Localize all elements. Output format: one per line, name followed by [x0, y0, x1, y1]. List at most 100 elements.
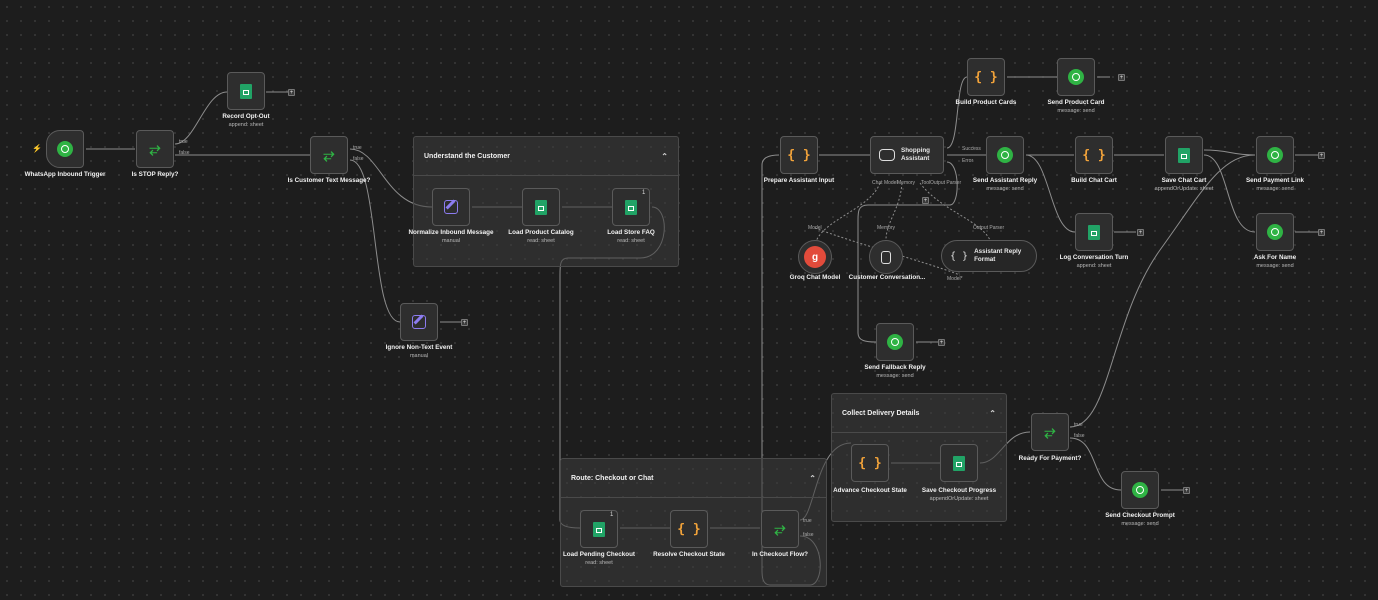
- node-title: Ignore Non-Text Event: [385, 344, 453, 351]
- branch-icon: ⥂: [774, 521, 786, 537]
- collapse-chevron-icon[interactable]: ⌃: [661, 152, 668, 161]
- node-send-fallback-reply[interactable]: [876, 323, 914, 361]
- node-label: Load Store FAQ read: sheet: [576, 229, 686, 245]
- node-customer-conversation-memory[interactable]: [869, 240, 903, 274]
- node-is-customer-text[interactable]: ⥂: [310, 136, 348, 174]
- add-node-button[interactable]: +: [288, 89, 295, 96]
- add-node-button[interactable]: +: [1137, 229, 1144, 236]
- node-save-chat-cart[interactable]: [1165, 136, 1203, 174]
- group-title: Understand the Customer: [424, 152, 510, 160]
- node-subtitle: read: sheet: [585, 560, 613, 566]
- node-record-opt-out[interactable]: [227, 72, 265, 110]
- code-braces-icon: { }: [787, 147, 811, 163]
- group-title: Collect Delivery Details: [842, 409, 920, 417]
- google-sheets-icon: [240, 83, 252, 99]
- node-label: Customer Conversation...: [848, 274, 926, 281]
- whatsapp-icon: [57, 141, 73, 157]
- node-label: In Checkout Flow?: [752, 551, 808, 558]
- node-label: Record Opt-Out append: sheet: [191, 113, 301, 129]
- node-build-product-cards[interactable]: { }: [967, 58, 1005, 96]
- node-title: Log Conversation Turn: [1059, 254, 1129, 261]
- node-label: Is Customer Text Message?: [287, 177, 371, 184]
- node-save-checkout-progress[interactable]: [940, 444, 978, 482]
- node-label: Send Fallback Reply message: send: [840, 364, 950, 380]
- node-groq-chat-model[interactable]: g: [798, 240, 832, 274]
- node-advance-checkout-state[interactable]: { }: [851, 444, 889, 482]
- add-node-button[interactable]: +: [1118, 74, 1125, 81]
- node-title: Save Chat Cart: [1161, 177, 1207, 184]
- node-subtitle: append: sheet: [1076, 263, 1112, 269]
- groq-icon: g: [804, 246, 826, 268]
- node-subtitle: message: send: [1057, 108, 1095, 114]
- node-subtitle: append: sheet: [228, 122, 264, 128]
- node-subtitle: read: sheet: [617, 238, 645, 244]
- node-send-payment-link[interactable]: [1256, 136, 1294, 174]
- port-label-true: true: [1074, 422, 1083, 428]
- node-label: Send Checkout Prompt message: send: [1085, 512, 1195, 528]
- node-log-conversation-turn[interactable]: [1075, 213, 1113, 251]
- code-braces-icon: { }: [858, 455, 882, 471]
- node-whatsapp-trigger[interactable]: [46, 130, 84, 168]
- node-label: Ask For Name message: send: [1220, 254, 1330, 270]
- node-prepare-assistant-input[interactable]: { }: [780, 136, 818, 174]
- node-ready-for-payment[interactable]: ⥂: [1031, 413, 1069, 451]
- port-label-false: false: [1074, 433, 1085, 439]
- port-label-false: false: [353, 156, 364, 162]
- node-title: Load Pending Checkout: [562, 551, 636, 558]
- node-assistant-reply-format[interactable]: { } Assistant Reply Format: [941, 240, 1037, 272]
- bolt-icon: ⚡: [32, 144, 42, 153]
- node-resolve-checkout-state[interactable]: { }: [670, 510, 708, 548]
- add-node-button[interactable]: +: [461, 319, 468, 326]
- node-build-chat-cart[interactable]: { }: [1075, 136, 1113, 174]
- group-title: Route: Checkout or Chat: [571, 474, 654, 482]
- node-title: Send Product Card: [1047, 99, 1105, 106]
- code-braces-icon: { }: [1082, 147, 1106, 163]
- node-label: Send Payment Link message: send: [1220, 177, 1330, 193]
- pin-icon: 1: [642, 190, 646, 196]
- node-ask-for-name[interactable]: [1256, 213, 1294, 251]
- port-label-error: Error: [962, 158, 974, 164]
- node-normalize-inbound[interactable]: [432, 188, 470, 226]
- branch-icon: ⥂: [323, 147, 335, 163]
- add-node-button[interactable]: +: [1318, 229, 1325, 236]
- node-subtitle: message: send: [1121, 521, 1159, 527]
- port-label-success: Success: [962, 146, 981, 152]
- node-label: Ignore Non-Text Event manual: [364, 344, 474, 360]
- add-node-button[interactable]: +: [1318, 152, 1325, 159]
- node-label: Log Conversation Turn append: sheet: [1039, 254, 1149, 270]
- node-subtitle: message: send: [876, 373, 914, 379]
- node-title: Load Store FAQ: [607, 229, 655, 236]
- node-load-product-catalog[interactable]: [522, 188, 560, 226]
- add-node-button[interactable]: +: [938, 339, 945, 346]
- node-label: Ready For Payment?: [1018, 455, 1082, 462]
- whatsapp-icon: [1132, 482, 1148, 498]
- node-title: Record Opt-Out: [222, 113, 270, 120]
- node-in-checkout-flow[interactable]: ⥂: [761, 510, 799, 548]
- node-send-product-card[interactable]: [1057, 58, 1095, 96]
- branch-icon: ⥂: [149, 141, 161, 157]
- port-label-model: Model: [808, 225, 822, 231]
- edit-icon: [444, 200, 458, 214]
- node-is-stop-reply[interactable]: ⥂: [136, 130, 174, 168]
- google-sheets-icon: [1088, 224, 1100, 240]
- port-label-false: false: [803, 532, 814, 538]
- add-node-button[interactable]: +: [1183, 487, 1190, 494]
- code-braces-icon: { }: [974, 69, 998, 85]
- collapse-chevron-icon[interactable]: ⌃: [989, 409, 996, 418]
- node-title: Ask For Name: [1253, 254, 1297, 261]
- node-shopping-assistant[interactable]: Shopping Assistant: [870, 136, 944, 174]
- port-label-true: true: [179, 139, 188, 145]
- node-ignore-non-text[interactable]: [400, 303, 438, 341]
- node-title: Normalize Inbound Message: [408, 229, 494, 236]
- node-title: Send Payment Link: [1245, 177, 1305, 184]
- node-send-checkout-prompt[interactable]: [1121, 471, 1159, 509]
- port-label-memory: Memory: [897, 180, 916, 186]
- google-sheets-icon: [535, 199, 547, 215]
- node-title: Load Product Catalog: [508, 229, 574, 236]
- branch-icon: ⥂: [1044, 424, 1056, 440]
- add-tool-button[interactable]: +: [922, 197, 929, 204]
- collapse-chevron-icon[interactable]: ⌃: [809, 474, 816, 483]
- port-label-chat-model: Chat Model: [872, 180, 898, 186]
- google-sheets-icon: [625, 199, 637, 215]
- node-send-assistant-reply[interactable]: [986, 136, 1024, 174]
